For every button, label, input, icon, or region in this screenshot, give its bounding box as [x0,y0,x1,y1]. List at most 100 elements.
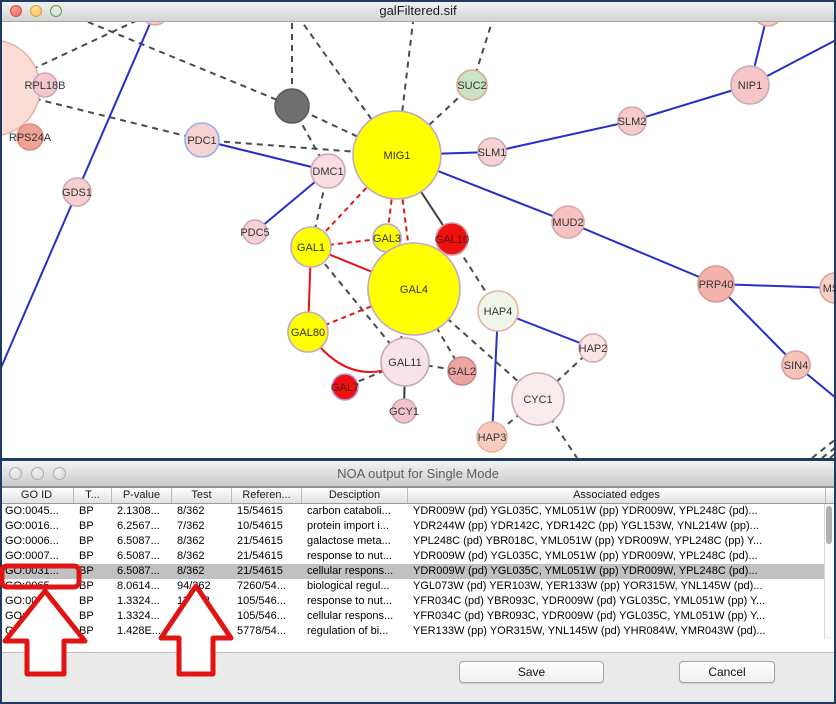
table-cell: 11/362 [172,594,232,609]
table-cell: BP [74,534,112,549]
table-cell: 105/546... [232,609,302,624]
table-cell: 80/362 [172,624,232,639]
node-label-DMC1: DMC1 [312,166,343,178]
node-label-SLM2: SLM2 [618,116,647,128]
close-button[interactable] [10,5,22,17]
table-cell: 1.3324... [112,609,172,624]
table-cell: GO:0007... [0,549,74,564]
table-cell: cellular respons... [302,609,408,624]
table-cell: 8.0614... [112,579,172,594]
table-cell: carbon cataboli... [302,504,408,519]
node-topPink1[interactable] [142,22,168,25]
table-cell: YDR244W (pp) YDR142C, YDR142C (pp) YGL15… [408,519,826,534]
node-label-SUC2: SUC2 [457,80,486,92]
table-header: GO IDT...P-valueTestReferen...Desciption… [0,487,836,504]
node-label-HAP2: HAP2 [579,343,608,355]
table-cell: BP [74,504,112,519]
table-cell: GO:0031... [0,609,74,624]
column-header-4[interactable]: Referen... [232,488,302,503]
node-label-SLM1: SLM1 [478,147,507,159]
node-label-MSN: MSN [823,283,836,295]
column-header-6[interactable]: Associated edges [408,488,826,503]
node-label-HAP3: HAP3 [478,432,507,444]
noa-zoom-button[interactable] [53,467,66,480]
noa-close-button[interactable] [9,467,22,480]
table-row[interactable]: GO:0045...BP2.1308...8/36215/54615carbon… [0,504,826,519]
table-row[interactable]: GO:0016...BP6.2567...7/36210/54615protei… [0,519,826,534]
table-cell: YFR034C (pd) YBR093C, YDR009W (pd) YGL03… [408,609,826,624]
cancel-button[interactable]: Cancel [679,661,775,683]
noa-minimize-button[interactable] [31,467,44,480]
table-cell: BP [74,519,112,534]
table-cell: galactose meta... [302,534,408,549]
table-cell: BP [74,609,112,624]
column-header-0[interactable]: GO ID [0,488,74,503]
table-cell: YER133W (pp) YOR315W, YNL145W (pd) YHR08… [408,624,826,639]
noa-table: GO:0045...BP2.1308...8/36215/54615carbon… [0,504,836,652]
table-cell: 21/54615 [232,549,302,564]
node-label-GDS1: GDS1 [62,187,92,199]
main-title-bar: galFiltered.sif [0,0,836,22]
table-cell: 2.1308... [112,504,172,519]
table-cell: 6.5087... [112,534,172,549]
table-cell: YDR009W (pd) YGL035C, YML051W (pp) YDR00… [408,549,826,564]
node-label-CYC1: CYC1 [523,394,552,406]
table-cell: GO:0045... [0,504,74,519]
table-cell: BP [74,579,112,594]
column-header-5[interactable]: Desciption [302,488,408,503]
table-cell: 5778/54... [232,624,302,639]
table-row[interactable]: GO:0031...BP1.3324...11/362105/546...cel… [0,609,826,624]
node-graynode[interactable] [275,89,309,123]
node-label-PDC1: PDC1 [187,135,216,147]
table-cell: response to nut... [302,549,408,564]
table-cell: 1.428E... [112,624,172,639]
minimize-button[interactable] [30,5,42,17]
table-cell: biological regul... [302,579,408,594]
network-canvas[interactable]: RPL18BRPS24AGDS1PDC1DMC1MIG1SUC2SLM1SLM2… [0,22,836,458]
save-button[interactable]: Save [459,661,604,683]
table-cell: 1.3324... [112,594,172,609]
network-edge[interactable] [0,192,77,370]
table-row[interactable]: GO:0007...BP6.5087...8/36221/54615respon… [0,549,826,564]
zoom-button[interactable] [50,5,62,17]
table-cell: BP [74,549,112,564]
table-cell: 8/362 [172,534,232,549]
column-header-1[interactable]: T... [74,488,112,503]
network-edge[interactable] [88,22,292,106]
table-cell: 15/54615 [232,504,302,519]
node-label-GAL80: GAL80 [291,327,325,339]
node-label-PDC5: PDC5 [240,227,269,239]
noa-title-bar: NOA output for Single Mode [0,461,836,487]
node-label-RPL18B: RPL18B [25,80,66,92]
table-cell: 105/546... [232,594,302,609]
table-row[interactable]: GO:0031...BP6.5087...8/36221/54615cellul… [0,564,826,579]
table-cell: BP [74,564,112,579]
node-topPinkR[interactable] [754,22,782,26]
table-cell: GO:0050... [0,624,74,639]
network-edge[interactable] [202,140,328,171]
column-header-2[interactable]: P-value [112,488,172,503]
network-edge[interactable] [492,121,632,152]
node-label-MUD2: MUD2 [552,217,583,229]
network-edge[interactable] [77,22,155,192]
network-edge[interactable] [568,222,716,284]
table-row[interactable]: GO:0065...BP8.0614...94/3627260/54...bio… [0,579,826,594]
table-scrollbar[interactable] [824,504,834,639]
table-row[interactable]: GO:0006...BP6.5087...8/36221/54615galact… [0,534,826,549]
table-cell: 6.5087... [112,564,172,579]
table-cell: response to nut... [302,594,408,609]
node-label-GAL11: GAL11 [388,357,421,369]
node-label-GAL10: GAL10 [435,234,469,246]
table-cell: cellular respons... [302,564,408,579]
table-cell: GO:0031... [0,564,74,579]
table-cell: 7260/54... [232,579,302,594]
scrollbar-thumb[interactable] [826,506,832,544]
node-label-GAL3: GAL3 [373,233,401,245]
node-label-RPS24A: RPS24A [9,132,52,144]
table-cell: GO:0031... [0,594,74,609]
table-row[interactable]: GO:0050...BP1.428E...80/3625778/54...reg… [0,624,826,639]
table-cell: GO:0016... [0,519,74,534]
column-header-3[interactable]: Test [172,488,232,503]
table-row[interactable]: GO:0031...BP1.3324...11/362105/546...res… [0,594,826,609]
table-cell: 6.5087... [112,549,172,564]
